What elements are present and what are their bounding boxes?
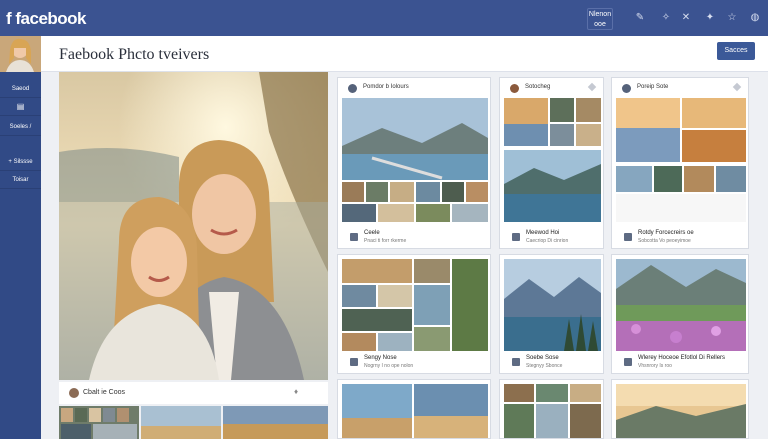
photo-icon bbox=[624, 358, 632, 366]
photo-icon bbox=[512, 358, 520, 366]
card-subtitle: Vhsnrory Is roo bbox=[638, 363, 672, 369]
sparkle-icon[interactable]: ✦ bbox=[704, 12, 716, 24]
hero-photo[interactable] bbox=[59, 72, 328, 380]
card-header-label: Pomdor b Iolours bbox=[363, 84, 409, 90]
card-subtitle: Pnaci ti forr rkerme bbox=[364, 238, 407, 244]
card-header-label: Sotocheg bbox=[525, 84, 551, 90]
album-card-2[interactable]: Sotocheg Meewod Hoi Caecriop Di cinrion bbox=[499, 77, 604, 249]
tool-icon[interactable]: ✧ bbox=[660, 12, 672, 24]
card-footer: Ceele Pnaci ti forr rkerme bbox=[338, 226, 490, 248]
album-card-3[interactable]: Poreip Sote Rotdy Forcecreirs oe Sobcott… bbox=[611, 77, 749, 249]
page-header: Faebook Phcto tveivers Sacces bbox=[41, 36, 768, 72]
card-footer: Rotdy Forcecreirs oe Sobcotta Vo peoeyim… bbox=[612, 226, 748, 248]
card-title: Meewod Hoi bbox=[526, 230, 560, 236]
card-footer: Soebe Sose Stegnyy Sbonce bbox=[500, 351, 603, 373]
edit-icon[interactable]: ✎ bbox=[634, 12, 646, 24]
sidebar-item-silssse[interactable]: + Silssse bbox=[0, 153, 41, 171]
star-icon[interactable]: ☆ bbox=[726, 12, 738, 24]
album-card-9[interactable] bbox=[611, 379, 749, 439]
close-icon[interactable]: ✕ bbox=[680, 12, 692, 24]
card-subtitle: Caecriop Di cinrion bbox=[526, 238, 569, 244]
card-header: Poreip Sote bbox=[612, 78, 748, 98]
card-header: Pomdor b Iolours bbox=[338, 78, 490, 98]
left-sidebar: Saeod ▤ Soeles / + Silssse Toisar bbox=[0, 36, 41, 439]
menu-icon[interactable]: ▤ bbox=[0, 98, 41, 116]
hero-caption: Cbalt ie Coos ♦ bbox=[59, 382, 328, 404]
photo-icon bbox=[624, 233, 632, 241]
more-icon[interactable] bbox=[587, 82, 597, 92]
more-icon[interactable] bbox=[732, 82, 742, 92]
card-title: Soebe Sose bbox=[526, 355, 559, 361]
caption-avatar[interactable] bbox=[69, 388, 79, 398]
hero-thumbnail-strip[interactable] bbox=[59, 406, 328, 439]
sidebar-item-soeles[interactable]: Soeles / bbox=[0, 118, 41, 136]
card-title: Wlerey Hoceoe Efotlol Di Rellers bbox=[638, 355, 726, 361]
page-title: Faebook Phcto tveivers bbox=[59, 46, 210, 63]
photo-icon bbox=[350, 358, 358, 366]
album-card-4[interactable]: Sengy Nose Nogrny I no ope nolon bbox=[337, 254, 491, 374]
sidebar-item-saeod[interactable]: Saeod bbox=[0, 80, 41, 98]
card-footer: Wlerey Hoceoe Efotlol Di Rellers Vhsnror… bbox=[612, 351, 748, 373]
header-action-button[interactable]: Sacces bbox=[717, 42, 755, 60]
album-card-5[interactable]: Soebe Sose Stegnyy Sbonce bbox=[499, 254, 604, 374]
card-title: Ceele bbox=[364, 230, 380, 236]
album-card-1[interactable]: Pomdor b Iolours Ceele Pnaci ti forr rke… bbox=[337, 77, 491, 249]
album-card-8[interactable] bbox=[499, 379, 604, 439]
album-card-6[interactable]: Wlerey Hoceoe Efotlol Di Rellers Vhsnror… bbox=[611, 254, 749, 374]
card-footer: Meewod Hoi Caecriop Di cinrion bbox=[500, 226, 603, 248]
brand-logo[interactable]: f facebook bbox=[6, 9, 87, 29]
photo-icon bbox=[350, 233, 358, 241]
profile-avatar[interactable] bbox=[0, 36, 41, 72]
album-card-7[interactable] bbox=[337, 379, 491, 439]
card-title: Sengy Nose bbox=[364, 355, 397, 361]
top-menu-button[interactable]: Nlenon ooe bbox=[587, 8, 613, 30]
album-icon bbox=[622, 84, 631, 93]
card-header-label: Poreip Sote bbox=[637, 84, 669, 90]
card-footer: Sengy Nose Nogrny I no ope nolon bbox=[338, 351, 490, 373]
album-icon bbox=[348, 84, 357, 93]
sidebar-item-toisar[interactable]: Toisar bbox=[0, 171, 41, 189]
globe-icon[interactable]: ◍ bbox=[749, 12, 761, 24]
like-icon[interactable]: ♦ bbox=[294, 387, 298, 396]
top-bar: f facebook Nlenon ooe ✎ ✧ ✕ ✦ ☆ ◍ bbox=[0, 0, 768, 36]
card-subtitle: Nogrny I no ope nolon bbox=[364, 363, 414, 369]
card-header: Sotocheg bbox=[500, 78, 603, 98]
album-avatar bbox=[510, 84, 519, 93]
card-subtitle: Sobcotta Vo peoeyimoe bbox=[638, 238, 691, 244]
card-subtitle: Stegnyy Sbonce bbox=[526, 363, 563, 369]
card-title: Rotdy Forcecreirs oe bbox=[638, 230, 694, 236]
photo-icon bbox=[512, 233, 520, 241]
caption-name[interactable]: Cbalt ie Coos bbox=[83, 389, 125, 396]
